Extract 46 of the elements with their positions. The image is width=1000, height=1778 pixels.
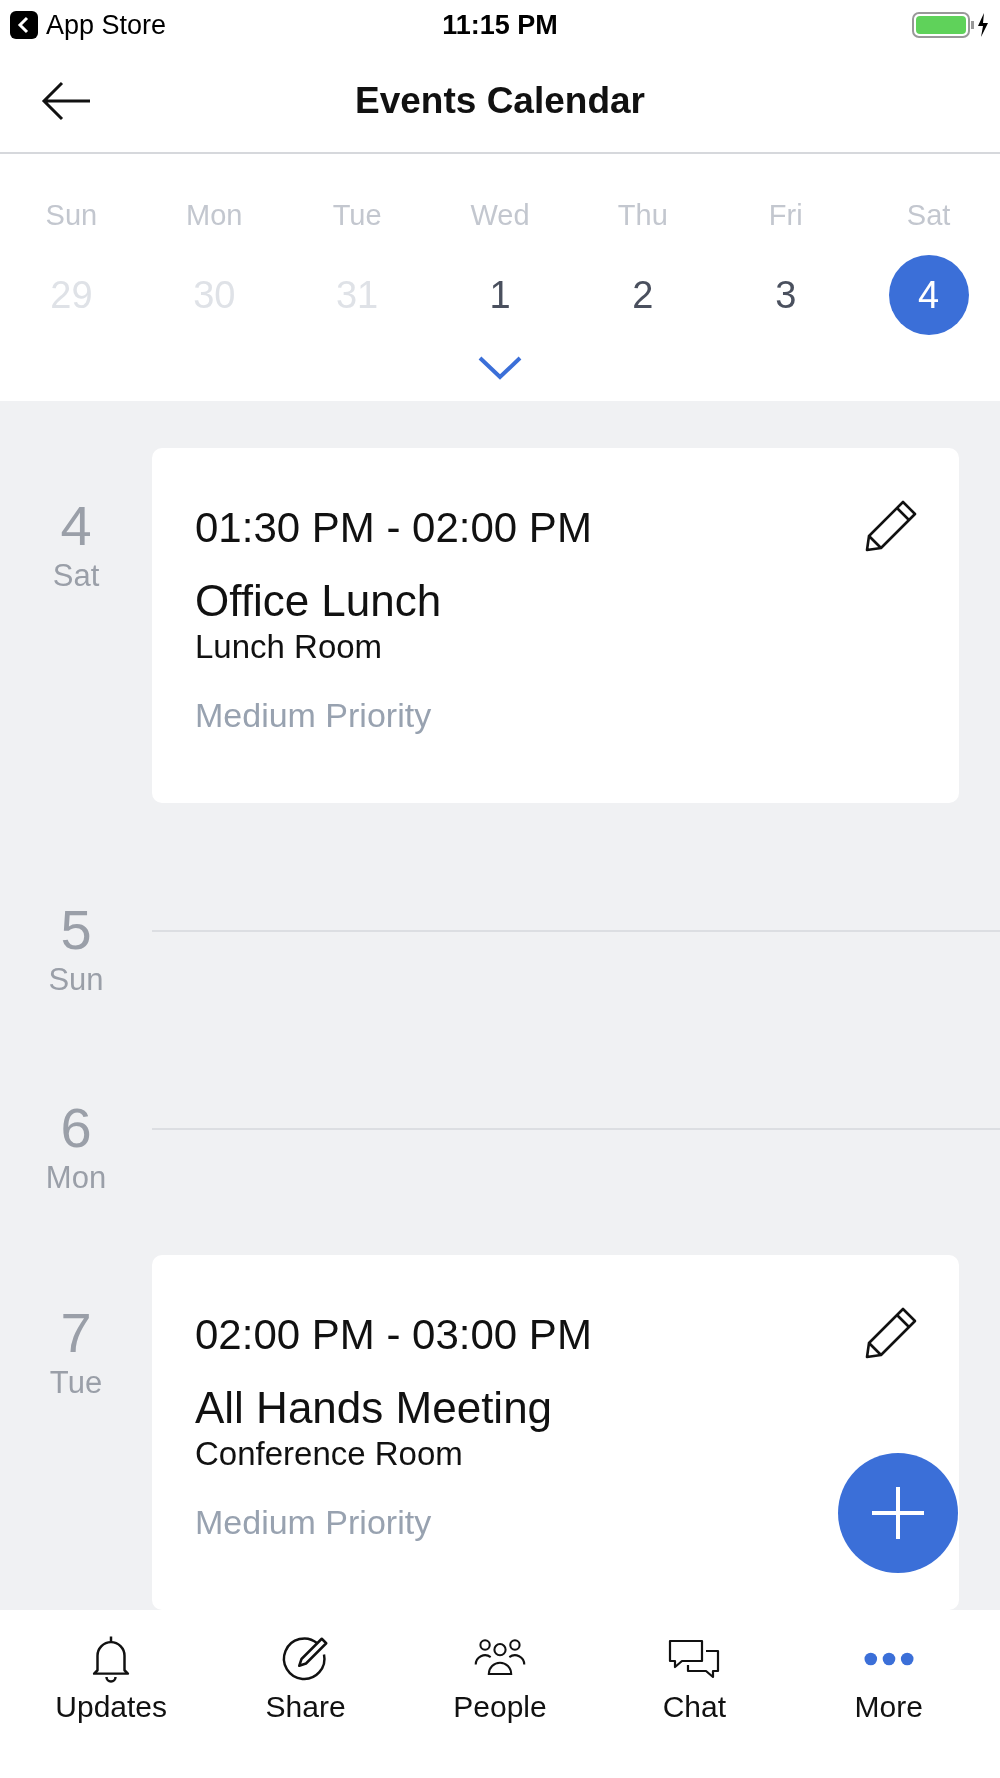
plus-icon — [870, 1485, 926, 1541]
more-icon — [862, 1652, 915, 1666]
weekday-label: Sat — [906, 199, 951, 233]
day-weekday: Sun — [48, 962, 104, 998]
event-location: Conference Room — [195, 1435, 463, 1473]
weekday-label: Fri — [768, 199, 803, 233]
weekday-label: Mon — [186, 199, 243, 233]
day-number: 4 — [60, 498, 92, 554]
date-button[interactable]: 2 — [602, 255, 683, 335]
pencil-icon — [863, 1305, 919, 1361]
event-time: 01:30 PM - 02:00 PM — [195, 504, 593, 552]
battery-icon — [912, 11, 990, 39]
event-card[interactable]: 02:00 PM - 03:00 PM All Hands Meeting Conference Room Medium Priority — [152, 1255, 959, 1610]
event-title: Office Lunch — [195, 576, 442, 626]
day-number: 6 — [60, 1100, 92, 1156]
date-button[interactable]: 3 — [745, 255, 826, 335]
weekday-label: Thu — [617, 199, 668, 233]
day-number: 5 — [60, 902, 92, 958]
weekday-label: Wed — [470, 199, 530, 233]
event-time: 02:00 PM - 03:00 PM — [195, 1311, 593, 1359]
weekday-label: Tue — [332, 199, 382, 233]
event-priority: Medium Priority — [195, 1503, 432, 1542]
edit-button[interactable] — [863, 498, 919, 554]
tab-bar-item[interactable]: More — [791, 1614, 986, 1778]
back-icon — [10, 11, 38, 39]
day-weekday: Tue — [49, 1365, 103, 1401]
chevron-down-icon[interactable] — [477, 355, 523, 381]
tab-bar-item[interactable]: Share — [208, 1614, 403, 1778]
event-title: All Hands Meeting — [195, 1383, 553, 1433]
edit-button[interactable] — [863, 1305, 919, 1361]
tab-bar-item[interactable]: Updates — [14, 1614, 209, 1778]
day-weekday: Mon — [45, 1160, 107, 1196]
clock: 11:15 PM — [442, 9, 558, 41]
day-weekday: Sat — [52, 558, 100, 594]
event-location: Lunch Room — [195, 628, 383, 666]
back-app-label[interactable]: App Store — [46, 9, 167, 41]
page-title: Events Calendar — [355, 80, 645, 122]
pencil-icon — [863, 498, 919, 554]
event-priority: Medium Priority — [195, 696, 432, 735]
date-button[interactable]: 1 — [460, 255, 540, 335]
date-button[interactable]: 4 — [888, 255, 969, 335]
tab-bar-item[interactable]: People — [402, 1614, 598, 1778]
weekday-label: Sun — [45, 199, 98, 233]
day-number: 7 — [60, 1305, 92, 1361]
event-card[interactable]: 01:30 PM - 02:00 PM Office Lunch Lunch Room Medium Priority — [152, 448, 959, 803]
tab-bar-item[interactable]: Chat — [597, 1614, 792, 1778]
